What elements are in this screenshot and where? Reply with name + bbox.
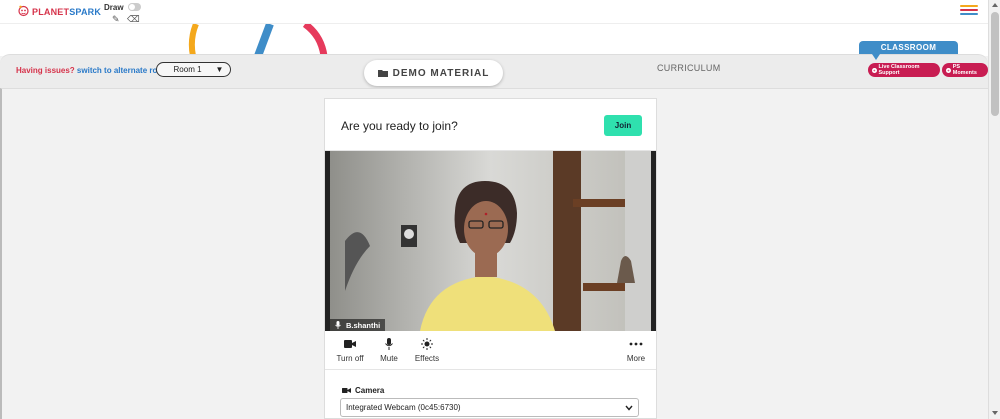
more-options-button[interactable]: More: [626, 338, 646, 363]
logo-mascot-icon: [18, 5, 29, 17]
scroll-up-arrow-icon[interactable]: [992, 3, 998, 7]
room-select-value: Room 1: [173, 65, 202, 74]
effects-label: Effects: [414, 354, 440, 363]
demo-material-label: DEMO MATERIAL: [392, 67, 490, 79]
camera-label: Camera: [355, 386, 385, 395]
hamburger-menu-icon[interactable]: [960, 5, 978, 15]
microphone-icon: [335, 321, 341, 329]
folder-icon: [377, 70, 388, 77]
issues-text: Having issues? switch to alternate room: [16, 66, 169, 75]
demo-material-tab[interactable]: DEMO MATERIAL: [364, 60, 503, 86]
more-dots-icon: [629, 342, 643, 346]
whiteboard-area[interactable]: [0, 24, 988, 56]
decorative-arcs: [188, 24, 328, 56]
more-label: More: [626, 354, 646, 363]
join-button[interactable]: Join: [604, 115, 642, 136]
top-bar: PLANETSPARK Draw ✎ ⌫: [0, 0, 1000, 24]
turn-off-label: Turn off: [336, 354, 364, 363]
plus-icon: +: [946, 67, 951, 73]
participant-name-tag: B.shanthi: [330, 319, 386, 331]
ps-moments-label: PS Moments: [952, 64, 977, 76]
video-preview: B.shanthi: [325, 151, 656, 331]
draw-toggle[interactable]: [128, 3, 141, 11]
join-title: Are you ready to join?: [341, 119, 458, 133]
live-support-label: Live Classroom Support: [878, 64, 920, 76]
microphone-icon: [385, 338, 393, 350]
scroll-down-arrow-icon[interactable]: [992, 411, 998, 415]
caret-down-icon: ▼: [215, 65, 224, 74]
camera-select-value: Integrated Webcam (0c45:6730): [346, 403, 461, 412]
ps-moments-button[interactable]: + PS Moments: [942, 63, 988, 77]
media-controls: Turn off Mute Effects More: [325, 332, 656, 370]
planetspark-logo[interactable]: PLANETSPARK: [18, 5, 101, 18]
room-select[interactable]: Room 1 ▼: [156, 62, 231, 77]
scroll-thumb[interactable]: [991, 12, 999, 116]
camera-select[interactable]: Integrated Webcam (0c45:6730): [340, 398, 639, 417]
curriculum-tab[interactable]: CURRICULUM: [657, 63, 721, 73]
sun-effects-icon: [421, 338, 433, 350]
draw-label: Draw: [104, 3, 124, 12]
join-card: Are you ready to join? Join B.shanthi Tu…: [324, 98, 657, 419]
camera-section-label: Camera: [342, 386, 384, 395]
plus-icon: +: [872, 67, 877, 73]
mute-label: Mute: [380, 354, 398, 363]
issues-label: Having issues?: [16, 66, 75, 75]
video-frame: [325, 151, 656, 331]
video-camera-icon: [344, 340, 356, 348]
classroom-pointer-icon: [872, 54, 880, 60]
video-camera-icon: [342, 388, 351, 393]
logo-text: PLANETSPARK: [32, 6, 102, 17]
effects-button[interactable]: Effects: [414, 338, 440, 363]
turn-off-camera-button[interactable]: Turn off: [336, 338, 364, 363]
chevron-down-icon: [625, 405, 633, 411]
mute-button[interactable]: Mute: [380, 338, 398, 363]
participant-name: B.shanthi: [346, 320, 381, 330]
classroom-tab[interactable]: CLASSROOM: [859, 41, 958, 54]
page-scrollbar[interactable]: [988, 0, 1000, 419]
join-card-header: Are you ready to join? Join: [325, 99, 656, 151]
live-support-button[interactable]: + Live Classroom Support: [868, 63, 940, 77]
